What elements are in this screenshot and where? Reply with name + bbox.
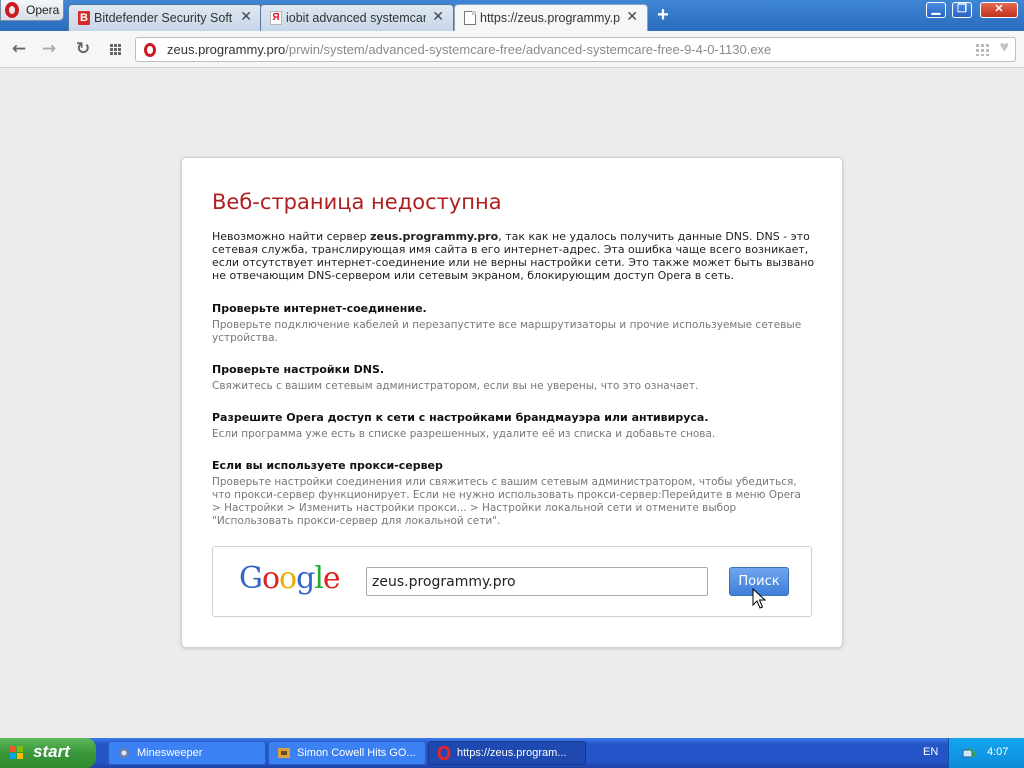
start-label: start — [33, 742, 70, 761]
reload-icon[interactable]: ↻ — [72, 38, 94, 60]
desc-text-start: Невозможно найти сервер — [212, 230, 371, 243]
google-logo-letter: G — [239, 561, 263, 596]
taskbar-item-media[interactable]: Simon Cowell Hits GO... — [268, 741, 426, 765]
google-logo-letter: o — [261, 561, 280, 596]
tab-label: iobit advanced systemcare — [286, 11, 426, 25]
close-tab-icon[interactable]: ✕ — [240, 8, 252, 25]
minesweeper-icon — [117, 746, 131, 760]
network-tray-icon[interactable] — [962, 745, 977, 759]
maximize-button[interactable]: ❐ — [952, 2, 972, 18]
section-title-dns: Проверьте настройки DNS. — [212, 363, 385, 376]
url-text[interactable]: zeus.programmy.pro/prwin/system/advanced… — [167, 42, 771, 57]
forward-arrow-icon[interactable]: → — [38, 38, 60, 60]
section-body-proxy: Проверьте настройки соединения или свяжи… — [212, 476, 801, 527]
google-logo-letter: l — [314, 561, 324, 596]
section-title-firewall: Разрешите Opera доступ к сети с настройк… — [212, 411, 709, 424]
google-logo-letter: e — [322, 561, 341, 596]
tab-label: Bitdefender Security Soft — [94, 11, 233, 25]
browser-tab-bar: Opera B Bitdefender Security Soft ✕ Я io… — [0, 0, 1024, 31]
taskbar: start Minesweeper Simon Cowell Hits GO..… — [0, 738, 1024, 768]
start-button[interactable]: start — [0, 738, 96, 768]
opera-menu-button[interactable]: Opera — [0, 0, 64, 21]
section-body-firewall: Если программа уже есть в списке разреше… — [212, 428, 716, 440]
section-body-dns: Свяжитесь с вашим сетевым администраторо… — [212, 380, 699, 392]
tab-label: https://zeus.programmy.pro/ — [480, 11, 620, 25]
error-description: Невозможно найти сервер zeus.programmy.p… — [212, 230, 817, 282]
tab-iobit[interactable]: Я iobit advanced systemcare ✕ — [260, 4, 454, 31]
taskbar-item-label: https://zeus.program... — [457, 747, 567, 759]
clock: 4:07 — [987, 746, 1009, 758]
close-tab-icon[interactable]: ✕ — [626, 8, 638, 25]
mouse-pointer-icon — [752, 588, 766, 609]
url-host: programmy.pro — [198, 42, 286, 57]
page-content: Веб-страница недоступна Невозможно найти… — [0, 68, 1024, 738]
bookmark-heart-icon[interactable]: ♥ — [1000, 39, 1010, 57]
url-host-prefix: zeus. — [167, 42, 199, 57]
minimize-button[interactable]: ▁ — [926, 2, 946, 18]
google-logo-letter: g — [296, 561, 315, 596]
back-arrow-icon[interactable]: ← — [8, 38, 30, 60]
language-indicator[interactable]: EN — [923, 746, 938, 758]
opera-security-icon[interactable] — [144, 43, 156, 57]
taskbar-item-minesweeper[interactable]: Minesweeper — [108, 741, 266, 765]
google-logo: Google — [239, 561, 341, 596]
taskbar-item-opera[interactable]: https://zeus.program... — [428, 741, 586, 765]
speed-dial-add-icon[interactable] — [976, 44, 989, 56]
taskbar-item-label: Minesweeper — [137, 747, 203, 759]
address-bar[interactable]: zeus.programmy.pro/prwin/system/advanced… — [135, 37, 1016, 62]
system-tray: 4:07 — [948, 738, 1024, 768]
url-path: /prwin/system/advanced-systemcare-free/a… — [285, 42, 772, 57]
section-title-proxy: Если вы используете прокси-сервер — [212, 459, 443, 472]
bitdefender-b-icon: B — [78, 11, 90, 25]
opera-logo-icon — [5, 2, 19, 18]
error-panel: Веб-страница недоступна Невозможно найти… — [181, 157, 843, 648]
new-tab-plus-icon[interactable]: + — [654, 5, 672, 25]
yandex-icon: Я — [270, 11, 282, 25]
media-icon — [277, 746, 291, 760]
google-logo-letter: o — [279, 561, 297, 596]
section-body-internet: Проверьте подключение кабелей и перезапу… — [212, 319, 802, 344]
google-search-box: Google Поиск — [212, 546, 812, 617]
desc-server-name: zeus.programmy.pro — [370, 230, 499, 243]
section-title-internet: Проверьте интернет-соединение. — [212, 302, 427, 315]
tab-zeus-active[interactable]: https://zeus.programmy.pro/ ✕ — [454, 4, 648, 31]
search-input[interactable] — [366, 567, 708, 596]
browser-toolbar: ← → ↻ zeus.programmy.pro/prwin/system/ad… — [0, 31, 1024, 68]
tab-bitdefender[interactable]: B Bitdefender Security Soft ✕ — [68, 4, 262, 31]
windows-flag-icon — [10, 746, 24, 760]
opera-menu-label: Opera — [26, 3, 60, 17]
speed-dial-grid-icon[interactable] — [105, 38, 127, 60]
page-icon — [464, 11, 476, 25]
close-window-button[interactable]: ✕ — [980, 2, 1018, 18]
taskbar-item-label: Simon Cowell Hits GO... — [297, 747, 416, 759]
error-title: Веб-страница недоступна — [212, 190, 502, 214]
close-tab-icon[interactable]: ✕ — [432, 8, 444, 25]
opera-icon — [437, 745, 451, 761]
